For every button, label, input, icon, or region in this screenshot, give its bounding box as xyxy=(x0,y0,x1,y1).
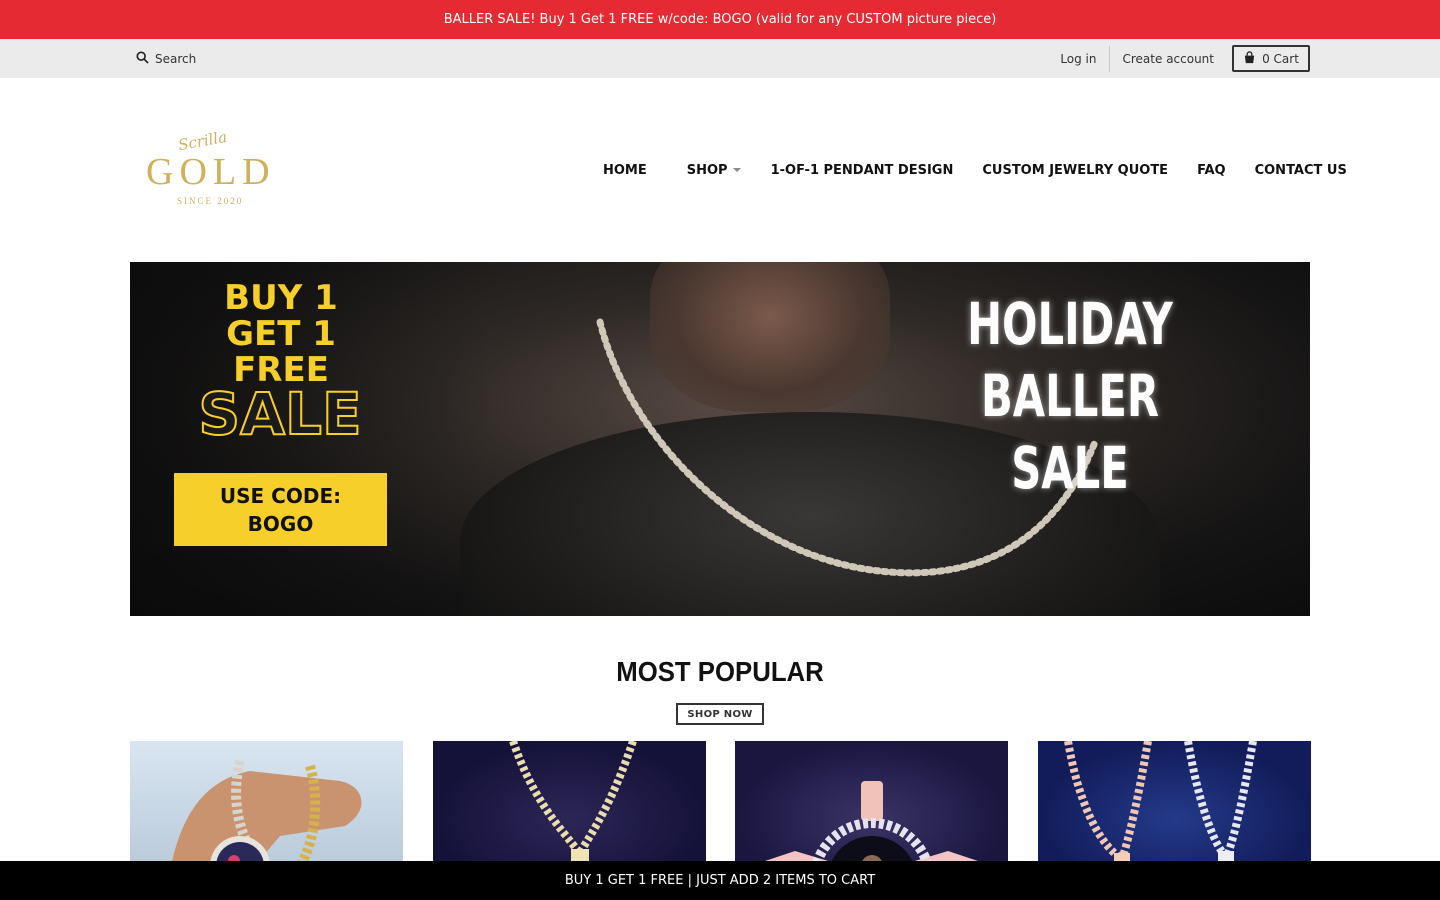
product-image-tennis-chain-gold xyxy=(509,741,637,871)
nav-pendant-design[interactable]: 1-OF-1 PENDANT DESIGN xyxy=(771,163,954,178)
logo-wordmark: GOLD xyxy=(146,151,276,193)
product-image-tennis-chain-rose xyxy=(1064,741,1257,871)
hero-sale-text: SALE xyxy=(197,379,362,449)
nav-contact[interactable]: CONTACT US xyxy=(1255,163,1347,178)
nav-custom-quote[interactable]: CUSTOM JEWELRY QUOTE xyxy=(982,163,1168,178)
product-card-4[interactable] xyxy=(1038,741,1311,871)
hero-code-line1: USE CODE: xyxy=(219,483,342,508)
hero-holiday-line1: HOLIDAY BALLER xyxy=(967,290,1173,430)
shop-now-button[interactable]: SHOP NOW xyxy=(676,703,764,725)
hero-code-line2: BOGO xyxy=(247,511,314,536)
product-card-1[interactable] xyxy=(130,741,403,871)
utility-bar: Search Log in Create account 0 Cart xyxy=(0,39,1440,78)
hero-buy-line2: GET 1 FREE xyxy=(226,314,336,390)
create-account-link[interactable]: Create account xyxy=(1110,52,1233,66)
hero-holiday-line2: SALE xyxy=(1011,434,1129,502)
product-image-winged-pendant xyxy=(735,781,1008,871)
product-card-2[interactable] xyxy=(433,741,706,871)
announcement-text: BALLER SALE! Buy 1 Get 1 FREE w/code: BO… xyxy=(443,12,997,27)
logo-since: SINCE 2020 xyxy=(177,196,244,206)
nav-shop[interactable]: SHOP xyxy=(687,163,741,178)
chevron-down-icon xyxy=(732,168,741,172)
hero-code-box: USE CODE: BOGO xyxy=(174,473,387,546)
cart-button[interactable]: 0 Cart xyxy=(1232,45,1310,72)
site-logo[interactable]: Scrilla GOLD SINCE 2020 xyxy=(140,128,280,208)
bottom-promo-text: BUY 1 GET 1 FREE | JUST ADD 2 ITEMS TO C… xyxy=(564,873,876,888)
hero-holiday-text: HOLIDAY BALLER SALE xyxy=(912,288,1229,504)
search-icon xyxy=(136,50,149,67)
product-card-3[interactable] xyxy=(735,741,1008,871)
main-nav: HOME SHOP 1-OF-1 PENDANT DESIGN CUSTOM J… xyxy=(603,161,1347,179)
hero-banner[interactable]: BUY 1 GET 1 FREE SALE USE CODE: BOGO HOL… xyxy=(130,262,1310,616)
shopping-bag-icon xyxy=(1243,50,1256,67)
account-links: Log in Create account 0 Cart xyxy=(1060,45,1310,72)
most-popular-title: MOST POPULAR xyxy=(616,656,824,687)
nav-home[interactable]: HOME xyxy=(603,163,647,178)
bottom-promo-bar[interactable]: BUY 1 GET 1 FREE | JUST ADD 2 ITEMS TO C… xyxy=(0,861,1440,900)
announcement-bar[interactable]: BALLER SALE! Buy 1 Get 1 FREE w/code: BO… xyxy=(0,0,1440,39)
login-link[interactable]: Log in xyxy=(1060,52,1108,66)
product-image-picture-pendant xyxy=(170,759,362,871)
nav-shop-label: SHOP xyxy=(686,162,728,178)
hero-buy-text: BUY 1 GET 1 FREE xyxy=(176,280,386,388)
cart-label: 0 Cart xyxy=(1262,51,1299,66)
hero-buy-line1: BUY 1 xyxy=(224,278,338,318)
search-label: Search xyxy=(155,51,197,66)
search-link[interactable]: Search xyxy=(136,39,196,78)
nav-faq[interactable]: FAQ xyxy=(1197,163,1226,178)
